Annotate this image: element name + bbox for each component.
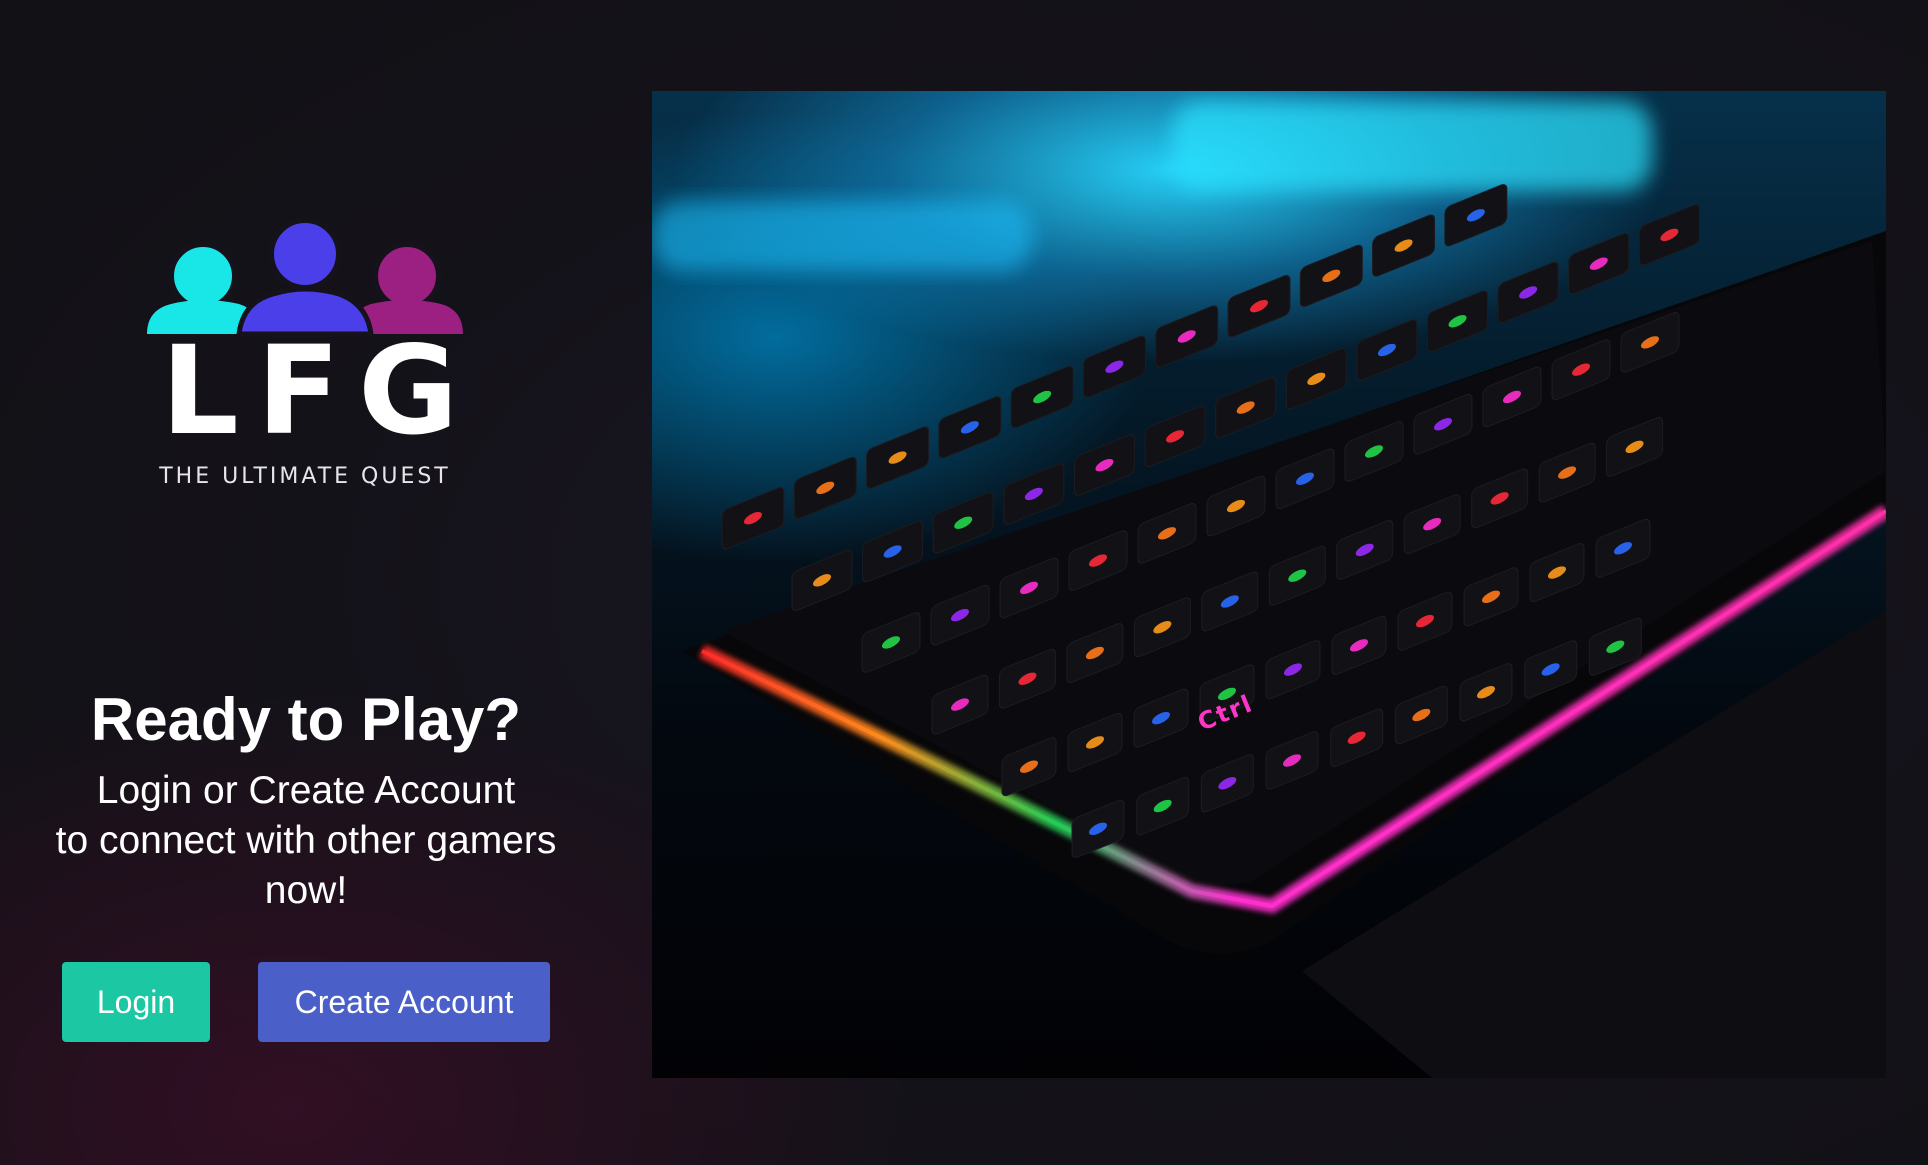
headline: Ready to Play?	[90, 686, 522, 753]
person-right-head	[372, 241, 442, 311]
login-button[interactable]: Login	[62, 962, 210, 1042]
subtext: Login or Create Account to connect with …	[40, 766, 572, 916]
hero-keyboard-image: Ctrl	[652, 91, 1886, 1078]
subtext-line-2: to connect with other gamers	[55, 819, 557, 862]
landing-panel: LFG THE ULTIMATE QUEST Ready to Play? Lo…	[0, 0, 612, 1165]
logo-wordmark: LFG	[161, 320, 477, 462]
logo-tagline: THE ULTIMATE QUEST	[159, 464, 451, 489]
monitor-glow-1	[1172, 101, 1652, 191]
subtext-line-3: now!	[264, 869, 348, 912]
lfg-logo: LFG THE ULTIMATE QUEST	[143, 218, 467, 494]
person-left-head	[168, 241, 238, 311]
monitor-glow-2	[652, 201, 1032, 271]
create-account-button[interactable]: Create Account	[258, 962, 550, 1042]
keyboard-illustration: Ctrl	[652, 101, 1886, 1078]
person-center-head	[268, 218, 342, 291]
subtext-line-1: Login or Create Account	[96, 769, 516, 812]
